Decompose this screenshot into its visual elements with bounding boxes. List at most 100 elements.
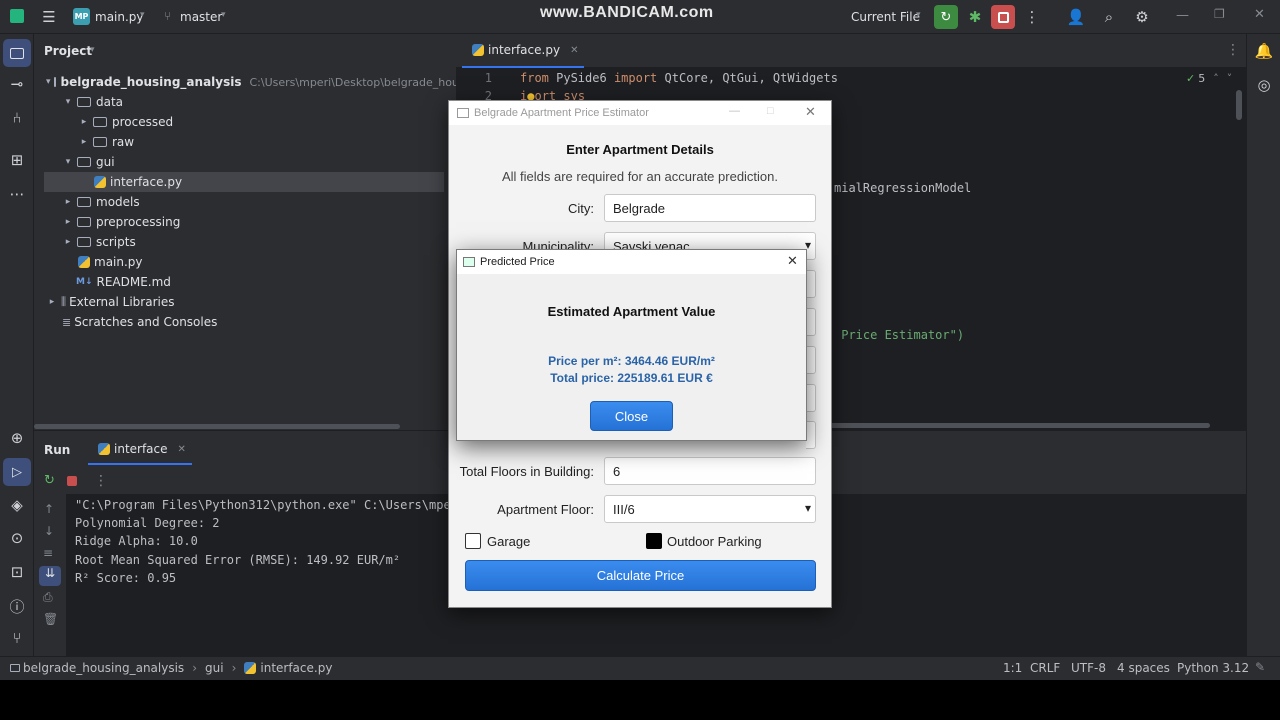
lock-icon[interactable]: ✎ xyxy=(1255,660,1265,674)
garage-label[interactable]: Garage xyxy=(487,534,530,549)
project-tool-button[interactable] xyxy=(3,39,31,67)
tree-item-raw[interactable]: ▸ raw xyxy=(34,132,456,152)
window-titlebar[interactable]: Belgrade Apartment Price Estimator — □ ✕ xyxy=(449,101,831,125)
add-user-icon[interactable]: 👤 xyxy=(1064,5,1088,29)
chevron-down-icon[interactable]: ▾ xyxy=(140,10,145,20)
chevron-down-icon[interactable]: ▾ xyxy=(90,45,95,55)
project-badge[interactable]: MP xyxy=(73,8,90,25)
inspection-widget[interactable]: ✓ 5 ˄ ˅ xyxy=(1186,72,1232,85)
breadcrumb-item[interactable]: belgrade_housing_analysis xyxy=(23,661,184,675)
breadcrumb-item[interactable]: gui xyxy=(205,661,224,675)
close-tab-icon[interactable]: ✕ xyxy=(570,45,578,56)
tab-interface-run[interactable]: interface ✕ xyxy=(88,435,192,465)
print-icon[interactable]: ⎙ xyxy=(43,590,53,605)
editor-hscrollbar[interactable] xyxy=(830,423,1210,428)
chevron-right-icon[interactable]: ▸ xyxy=(46,297,58,307)
pull-requests-icon[interactable]: ⑃ xyxy=(5,106,29,130)
close-dialog-icon[interactable]: ✕ xyxy=(787,253,798,269)
horizontal-scrollbar[interactable] xyxy=(34,424,400,429)
rerun-icon[interactable]: ↻ xyxy=(44,473,55,488)
git-icon[interactable]: ⑂ xyxy=(5,626,29,650)
tree-item-scripts[interactable]: ▸ scripts xyxy=(34,232,456,252)
structure-icon[interactable]: ⊞ xyxy=(5,148,29,172)
arrow-up-icon[interactable]: ↑ xyxy=(44,502,54,516)
hidden-select-edge[interactable] xyxy=(806,270,816,298)
chevron-down-icon[interactable]: ˅ xyxy=(1227,72,1233,85)
maximize-icon[interactable]: □ xyxy=(767,105,774,117)
tree-item-preprocessing[interactable]: ▸ preprocessing xyxy=(34,212,456,232)
run-config-selector[interactable]: Current File xyxy=(851,10,920,24)
maximize-icon[interactable]: ❐ xyxy=(1214,7,1225,21)
run-tool-button[interactable]: ▷ xyxy=(3,458,31,486)
problems-icon[interactable]: ⓘ xyxy=(5,594,29,618)
tree-item-root[interactable]: ▾ belgrade_housing_analysis C:\Users\mpe… xyxy=(34,72,482,92)
chevron-down-icon[interactable]: ▾ xyxy=(62,97,74,107)
trash-icon[interactable]: 🗑 xyxy=(43,612,58,626)
chevron-right-icon[interactable]: ▸ xyxy=(62,217,74,227)
apartment-floor-select[interactable]: III/6 xyxy=(604,495,816,523)
file-encoding[interactable]: UTF-8 xyxy=(1071,661,1106,675)
hidden-select-edge[interactable] xyxy=(806,421,816,449)
close-window-icon[interactable]: ✕ xyxy=(805,104,816,120)
line-separator[interactable]: CRLF xyxy=(1030,661,1060,675)
cursor-position[interactable]: 1:1 xyxy=(1003,661,1022,675)
tree-item-readme[interactable]: M↓ README.md xyxy=(34,272,456,292)
city-input[interactable]: Belgrade xyxy=(604,194,816,222)
ai-assistant-icon[interactable]: ◎ xyxy=(1252,73,1276,97)
hidden-select-edge[interactable] xyxy=(806,384,816,412)
chevron-down-icon[interactable]: ▾ xyxy=(221,10,226,20)
editor-scrollbar[interactable] xyxy=(1236,90,1242,120)
chevron-up-icon[interactable]: ˄ xyxy=(1213,72,1219,85)
services-icon[interactable]: ⊙ xyxy=(5,526,29,550)
tree-item-scratches[interactable]: ≣ Scratches and Consoles xyxy=(34,312,456,332)
close-window-icon[interactable]: ✕ xyxy=(1254,7,1265,22)
gear-icon[interactable]: ⚙ xyxy=(1130,5,1154,29)
notifications-icon[interactable]: 🔔 xyxy=(1252,39,1276,63)
breadcrumb-item[interactable]: interface.py xyxy=(260,661,332,675)
close-button[interactable]: Close xyxy=(590,401,673,431)
tree-item-data[interactable]: ▾ data xyxy=(34,92,456,112)
floors-input[interactable]: 6 xyxy=(604,457,816,485)
soft-wrap-icon[interactable]: ≡ xyxy=(43,546,53,560)
indent-setting[interactable]: 4 spaces xyxy=(1117,661,1170,675)
python-packages-icon[interactable]: ⊕ xyxy=(5,426,29,450)
chevron-down-icon[interactable]: ▾ xyxy=(62,157,74,167)
layers-icon[interactable]: ◈ xyxy=(5,493,29,517)
tree-item-external-libraries[interactable]: ▸ ⫼ External Libraries xyxy=(34,292,456,312)
branch-name[interactable]: master xyxy=(180,10,222,24)
stop-icon[interactable] xyxy=(67,476,77,486)
scroll-to-end-icon[interactable]: ⇊ xyxy=(39,566,61,586)
main-menu-icon[interactable]: ☰ xyxy=(37,5,61,29)
dialog-titlebar[interactable]: Predicted Price ✕ xyxy=(457,250,806,274)
tree-item-processed[interactable]: ▸ processed xyxy=(34,112,456,132)
garage-checkbox[interactable] xyxy=(465,533,481,549)
chevron-down-icon[interactable]: ▾ xyxy=(916,10,921,20)
tree-item-main-py[interactable]: main.py xyxy=(34,252,456,272)
search-icon[interactable]: ⌕ xyxy=(1097,5,1121,29)
tab-options-icon[interactable]: ⋮ xyxy=(1226,42,1240,58)
chevron-right-icon[interactable]: ▸ xyxy=(78,137,90,147)
rerun-button[interactable]: ↻ xyxy=(934,5,958,29)
outdoor-parking-label[interactable]: Outdoor Parking xyxy=(667,534,762,549)
more-tools-icon[interactable]: ⋯ xyxy=(5,182,29,206)
minimize-icon[interactable]: — xyxy=(729,105,740,117)
more-options-icon[interactable]: ⋮ xyxy=(1020,5,1044,29)
tab-interface-py[interactable]: interface.py ✕ xyxy=(462,34,585,68)
project-name[interactable]: main.py xyxy=(95,10,144,24)
debug-icon[interactable]: ✱ xyxy=(963,5,987,29)
commit-icon[interactable]: ⊸ xyxy=(5,72,29,96)
interpreter[interactable]: Python 3.12 xyxy=(1177,661,1249,675)
chevron-right-icon[interactable]: ▸ xyxy=(62,197,74,207)
chevron-right-icon[interactable]: ▸ xyxy=(62,237,74,247)
arrow-down-icon[interactable]: ↓ xyxy=(44,524,54,538)
tree-item-gui[interactable]: ▾ gui xyxy=(34,152,456,172)
terminal-icon[interactable]: ⊡ xyxy=(5,560,29,584)
more-options-icon[interactable]: ⋮ xyxy=(94,473,108,489)
calculate-price-button[interactable]: Calculate Price xyxy=(465,560,816,591)
tree-item-interface-py[interactable]: interface.py xyxy=(44,172,444,192)
stop-button[interactable] xyxy=(991,5,1015,29)
hidden-select-edge[interactable] xyxy=(806,346,816,374)
hidden-select-edge[interactable] xyxy=(806,308,816,336)
close-tab-icon[interactable]: ✕ xyxy=(178,444,186,455)
project-panel-title[interactable]: Project xyxy=(44,44,92,58)
